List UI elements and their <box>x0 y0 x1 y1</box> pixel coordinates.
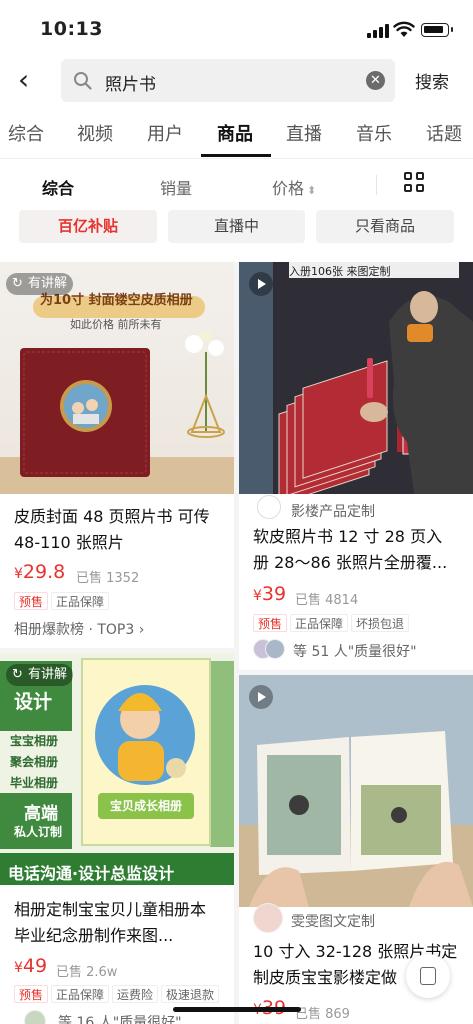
sold-count: 已售 4814 <box>295 593 359 608</box>
image-text-album-title: 宝贝成长相册 <box>110 799 183 813</box>
category-tabs: 综合 视频 用户 商品 直播 音乐 话题 <box>0 106 473 158</box>
battery-icon <box>421 23 453 37</box>
product-price: ¥29.8 <box>14 561 65 583</box>
tab-live[interactable]: 直播 <box>286 120 322 146</box>
product-price: ¥49 <box>14 955 47 977</box>
grid-view-icon[interactable] <box>404 172 424 192</box>
shop-name[interactable]: 影楼产品定制 <box>291 501 375 521</box>
tag-genuine: 正品保障 <box>51 985 110 1003</box>
home-indicator <box>173 1007 301 1012</box>
album-stack-illustration <box>239 262 473 494</box>
tag-fast-refund: 极速退款 <box>161 985 220 1003</box>
explanation-badge: 有讲解 <box>6 273 74 295</box>
sort-comprehensive[interactable]: 综合 <box>42 175 74 199</box>
product-image: 为10寸 封面镂空皮质相册 如此价格 前所未有 有讲解 <box>0 262 234 494</box>
tag-damage-refund: 坏损包退 <box>351 614 410 632</box>
price-value: 29.8 <box>22 561 66 583</box>
currency-symbol: ¥ <box>253 588 262 604</box>
sort-bar: 综合 销量 价格 ⬍ <box>0 158 473 210</box>
tag-presale: 预售 <box>14 592 49 610</box>
image-text-graduation: 毕业相册 <box>10 776 59 790</box>
product-image <box>239 675 473 907</box>
sort-price-label: 价格 <box>272 179 305 198</box>
search-button[interactable]: 搜索 <box>415 68 449 93</box>
edit-floating-button[interactable] <box>406 954 450 998</box>
sort-sales[interactable]: 销量 <box>160 175 192 199</box>
status-bar: 10:13 <box>0 0 473 56</box>
price-value: 39 <box>261 583 287 605</box>
product-tags: 预售 正品保障 坏损包退 <box>253 613 412 633</box>
product-title[interactable]: 软皮照片书 12 寸 28 页入册 28～86 张照片全册覆... <box>253 524 458 576</box>
search-query-text[interactable]: 照片书 <box>105 70 156 95</box>
app-screen: { "status_bar": {"time": "10:13"}, "sear… <box>0 0 473 1024</box>
status-time: 10:13 <box>40 18 103 40</box>
divider <box>376 175 377 195</box>
image-caption-text: 如此价格 前所未有 <box>70 318 162 331</box>
photo-book-illustration <box>239 675 473 907</box>
filter-products-only[interactable]: 只看商品 <box>316 210 454 243</box>
play-icon[interactable] <box>249 685 273 709</box>
product-card[interactable]: 为10寸 封面镂空皮质相册 如此价格 前所未有 有讲解 皮质封面 48 页照片书… <box>0 262 234 648</box>
currency-symbol: ¥ <box>14 566 23 582</box>
reviewer-avatar <box>24 1010 46 1024</box>
search-header: ‹ 照片书 ✕ 搜索 <box>0 56 473 106</box>
tab-users[interactable]: 用户 <box>147 120 183 146</box>
sort-price[interactable]: 价格 ⬍ <box>272 175 316 199</box>
tag-genuine: 正品保障 <box>290 614 349 632</box>
product-card[interactable]: 入册106张 来图定制 影楼产品定制 软皮照片书 12 寸 28 页入册 28～… <box>239 262 473 670</box>
product-card[interactable]: 设计 宝宝相册 聚会相册 毕业相册 高端 私人订制 宝贝成长相册 电话沟通·设计… <box>0 653 234 1024</box>
clear-icon[interactable]: ✕ <box>366 71 385 90</box>
product-title[interactable]: 相册定制宝宝贝儿童相册本毕业纪念册制作来图... <box>14 897 219 949</box>
product-image: 设计 宝宝相册 聚会相册 毕业相册 高端 私人订制 宝贝成长相册 电话沟通·设计… <box>0 653 234 885</box>
tag-genuine: 正品保障 <box>51 592 110 610</box>
image-text-custom: 私人订制 <box>14 825 63 839</box>
tag-shipping-insurance: 运费险 <box>112 985 159 1003</box>
sort-caret-icon: ⬍ <box>307 184 317 197</box>
cellular-signal-icon <box>367 24 389 38</box>
product-image: 入册106张 来图定制 <box>239 262 473 494</box>
active-tab-indicator <box>201 154 271 157</box>
reviewer-avatar <box>265 639 285 659</box>
product-tags: 预售 正品保障 运费险 极速退款 <box>14 984 222 1004</box>
search-icon <box>74 72 92 90</box>
shop-name[interactable]: 雯雯图文定制 <box>291 911 375 931</box>
tab-products[interactable]: 商品 <box>217 120 253 146</box>
wifi-icon <box>393 21 415 37</box>
tag-presale: 预售 <box>253 614 288 632</box>
back-arrow-icon[interactable]: ‹ <box>18 66 48 96</box>
explanation-badge: 有讲解 <box>6 664 74 686</box>
sold-count: 已售 869 <box>295 1007 350 1022</box>
ranking-link[interactable]: 相册爆款榜 · TOP3 › <box>14 619 144 639</box>
filter-live[interactable]: 直播中 <box>168 210 305 243</box>
image-banner-text: 入册106张 来图定制 <box>289 265 391 278</box>
filter-chips: 百亿补贴 直播中 只看商品 <box>0 210 473 262</box>
image-text-party: 聚会相册 <box>10 755 59 769</box>
shop-avatar <box>253 903 283 933</box>
tab-music[interactable]: 音乐 <box>356 120 392 146</box>
filter-subsidy[interactable]: 百亿补贴 <box>19 210 157 243</box>
review-summary: 等 51 人"质量很好" <box>293 644 417 660</box>
review-summary: 等 16 人"质量很好" <box>58 1015 182 1024</box>
product-price: ¥39 <box>253 583 286 605</box>
tag-presale: 预售 <box>14 985 49 1003</box>
tab-comprehensive[interactable]: 综合 <box>8 120 44 146</box>
sold-count: 已售 1352 <box>76 571 140 586</box>
play-icon[interactable] <box>249 272 273 296</box>
image-text-baby: 宝宝相册 <box>10 734 59 748</box>
tab-videos[interactable]: 视频 <box>77 120 113 146</box>
image-text-design: 设计 <box>14 691 53 713</box>
shop-avatar <box>257 495 281 519</box>
sold-count: 已售 2.6w <box>56 965 118 980</box>
product-tags: 预售 正品保障 <box>14 591 112 611</box>
tab-topics[interactable]: 话题 <box>426 120 462 146</box>
product-title[interactable]: 皮质封面 48 页照片书 可传 48-110 张照片 <box>14 504 219 556</box>
image-text-contact: 电话沟通·设计总监设计 <box>8 864 175 883</box>
currency-symbol: ¥ <box>14 960 23 976</box>
search-input[interactable]: 照片书 ✕ <box>61 59 395 102</box>
price-value: 49 <box>22 955 48 977</box>
image-text-premium: 高端 <box>24 804 58 824</box>
